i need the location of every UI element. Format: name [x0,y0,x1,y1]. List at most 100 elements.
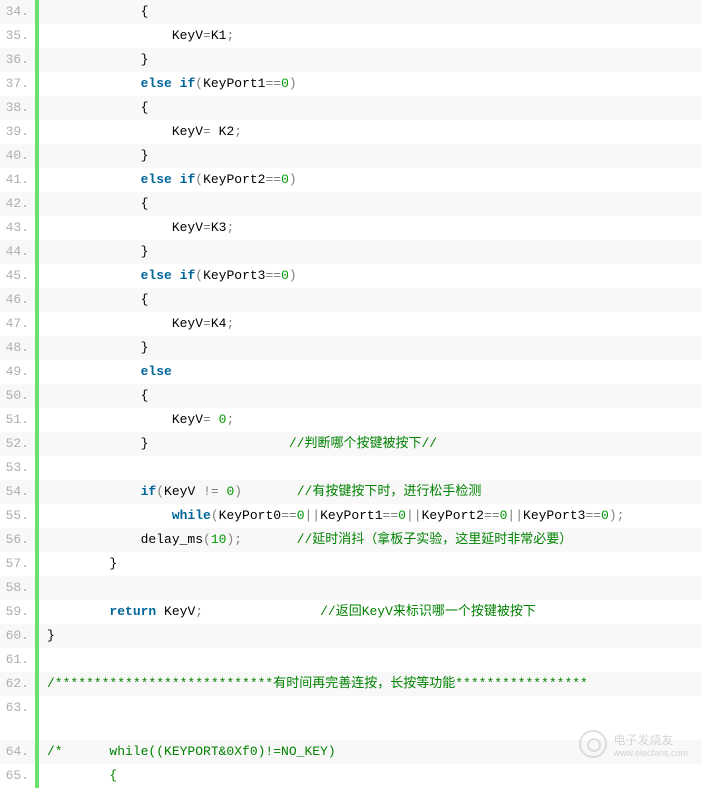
token-plain [172,268,180,283]
code-content [39,648,702,672]
token-cmt: { [47,768,117,783]
token-cmt: //有按键按下时，进行松手检测 [297,484,482,499]
line-number: 65. [0,764,35,788]
token-plain: { [47,196,148,211]
code-line: 53. [0,456,702,480]
line-number: 61. [0,648,35,672]
token-plain: KeyV [47,28,203,43]
line-number: 53. [0,456,35,480]
token-num: 0 [601,508,609,523]
line-number: 36. [0,48,35,72]
line-number: 43. [0,216,35,240]
code-line: 35. KeyV=K1; [0,24,702,48]
token-op: ( [195,172,203,187]
code-content: /****************************有时间再完善连按，长按… [39,672,702,696]
token-op: ); [609,508,625,523]
token-plain [47,364,141,379]
token-op: ( [211,508,219,523]
logo-icon [579,730,607,758]
code-line: 51. KeyV= 0; [0,408,702,432]
token-plain: KeyPort1 [203,76,265,91]
code-line: 61. [0,648,702,672]
code-line: 37. else if(KeyPort1==0) [0,72,702,96]
code-content: delay_ms(10); //延时消抖（拿板子实验，这里延时非常必要） [39,528,702,552]
token-plain: { [47,388,148,403]
line-number: 47. [0,312,35,336]
token-op: ) [289,268,297,283]
token-kw: while [172,508,211,523]
token-op: || [305,508,321,523]
token-kw: else [141,76,172,91]
token-op: || [406,508,422,523]
token-num: 10 [211,532,227,547]
token-op: ; [226,28,234,43]
token-kw: if [141,484,157,499]
code-content [39,576,702,600]
token-plain: KeyV [164,484,203,499]
token-cmt: //返回KeyV来标识哪一个按键被按下 [320,604,536,619]
token-kw: if [180,172,196,187]
token-op: ( [156,484,164,499]
code-line: 45. else if(KeyPort3==0) [0,264,702,288]
token-plain [47,172,141,187]
watermark-text: 电子发烧友 www.elecfans.com [613,731,688,758]
token-plain [47,268,141,283]
code-line: 60.} [0,624,702,648]
token-cmt: //延时消抖（拿板子实验，这里延时非常必要） [297,532,573,547]
token-plain: delay_ms [47,532,203,547]
code-line: 52. } //判断哪个按键被按下// [0,432,702,456]
token-plain [47,580,55,595]
line-number: 34. [0,0,35,24]
code-content: } //判断哪个按键被按下// [39,432,702,456]
code-line: 65. { [0,764,702,788]
line-number: 42. [0,192,35,216]
token-plain: } [47,556,117,571]
code-content: { [39,0,702,24]
line-number: 41. [0,168,35,192]
token-num: 0 [398,508,406,523]
code-content: } [39,48,702,72]
token-op: == [266,172,282,187]
code-line: 39. KeyV= K2; [0,120,702,144]
token-kw: else [141,364,172,379]
token-op: = [203,412,211,427]
token-plain: { [47,292,148,307]
token-plain: } [47,436,289,451]
line-number: 60. [0,624,35,648]
code-content: else if(KeyPort1==0) [39,72,702,96]
token-kw: if [180,268,196,283]
line-number: 55. [0,504,35,528]
line-number: 59. [0,600,35,624]
line-number: 58. [0,576,35,600]
line-number: 50. [0,384,35,408]
code-content: else [39,360,702,384]
token-plain: KeyV [47,412,203,427]
token-plain: KeyV [47,220,203,235]
token-op: == [383,508,399,523]
watermark-url: www.elecfans.com [613,748,688,758]
code-content: } [39,624,702,648]
code-line: 40. } [0,144,702,168]
code-line: 59. return KeyV; //返回KeyV来标识哪一个按键被按下 [0,600,702,624]
watermark-title: 电子发烧友 [613,733,673,747]
token-plain: KeyV [47,316,203,331]
line-number: 64. [0,740,35,764]
token-op: = [203,28,211,43]
code-content: } [39,552,702,576]
token-kw: if [180,76,196,91]
token-plain [47,652,55,667]
line-number: 40. [0,144,35,168]
code-line: 54. if(KeyV != 0) //有按键按下时，进行松手检测 [0,480,702,504]
line-number: 54. [0,480,35,504]
token-plain [172,172,180,187]
code-content: { [39,764,702,788]
token-op: ; [226,220,234,235]
token-plain: KeyPort3 [523,508,585,523]
token-plain: K2 [211,124,234,139]
code-viewer: 34. {35. KeyV=K1;36. }37. else if(KeyPor… [0,0,702,788]
token-plain [242,484,297,499]
line-number: 44. [0,240,35,264]
code-content: KeyV= K2; [39,120,702,144]
code-content: else if(KeyPort2==0) [39,168,702,192]
token-plain [172,76,180,91]
